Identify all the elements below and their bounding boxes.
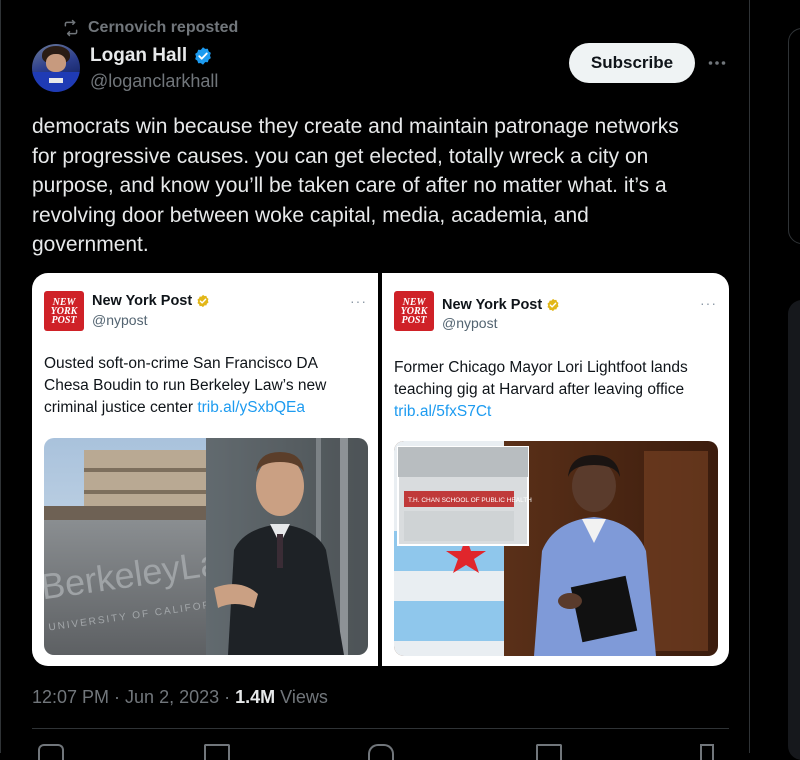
tweet-line: democrats win because they create and ma… (32, 115, 679, 138)
embedded-link[interactable]: trib.al/ySxbQEa (197, 399, 305, 416)
tweet-line: revolving door between woke capital, med… (32, 203, 589, 227)
sidebar-card (788, 28, 800, 244)
author-name-row[interactable]: Logan Hall (90, 45, 213, 67)
embedded-tweet-text: Former Chicago Mayor Lori Lightfoot land… (394, 359, 688, 420)
embedded-photo-boudin[interactable]: BerkeleyLaw UNIVERSITY OF CALIFOR (44, 438, 368, 655)
like-icon[interactable] (368, 744, 394, 760)
repost-icon (64, 19, 78, 37)
timeline-right-border (749, 0, 750, 753)
repost-context[interactable]: Cernovich reposted (62, 18, 238, 38)
sidebar-panel (788, 300, 800, 760)
embedded-photo-lightfoot[interactable]: T.H. CHAN SCHOOL OF PUBLIC HEALTH (394, 441, 718, 656)
tweet-time[interactable]: 12:07 PM (32, 687, 109, 707)
tweet-text: democrats win because they create and ma… (32, 112, 732, 260)
embedded-author-name: New York Post (442, 297, 560, 313)
view-count: 1.4M (235, 687, 276, 707)
embedded-more-icon: ··· (350, 293, 367, 309)
embedded-tweet-lightfoot[interactable]: NEW YORK POST New York Post @nypost ··· Fo… (382, 273, 729, 666)
berkeley-law-photo: BerkeleyLaw UNIVERSITY OF CALIFOR (44, 438, 368, 655)
tweet-line: for progressive causes. you can get elec… (32, 144, 649, 168)
tweet-date[interactable]: Jun 2, 2023 (125, 687, 219, 707)
nypost-logo: NEW YORK POST (394, 291, 434, 331)
avatar[interactable] (32, 44, 80, 92)
author-handle[interactable]: @loganclarkhall (90, 71, 218, 92)
lightfoot-photo: T.H. CHAN SCHOOL OF PUBLIC HEALTH (394, 441, 718, 656)
tweet-line: government. (32, 233, 149, 256)
embedded-more-icon: ··· (700, 295, 717, 311)
retweet-icon[interactable] (204, 744, 230, 760)
views-label: Views (275, 687, 328, 707)
tweet-media[interactable]: NEW YORK POST New York Post @nypost ··· Ou… (32, 273, 729, 666)
subscribe-button[interactable]: Subscribe (569, 43, 695, 83)
gold-verified-badge-icon (547, 298, 559, 312)
share-icon[interactable] (700, 744, 714, 760)
nypost-logo: NEW YORK POST (44, 291, 84, 331)
embedded-author-name: New York Post (92, 293, 210, 309)
gold-verified-badge-icon (197, 294, 209, 308)
embedded-author-handle: @nypost (92, 312, 148, 328)
harvard-sign-text: T.H. CHAN SCHOOL OF PUBLIC HEALTH (408, 497, 532, 504)
bookmark-icon[interactable] (536, 744, 562, 760)
embedded-tweet-boudin[interactable]: NEW YORK POST New York Post @nypost ··· Ou… (32, 273, 378, 666)
tweet-meta: 12:07 PM · Jun 2, 2023 · 1.4M Views (32, 687, 328, 707)
timeline-left-border (0, 0, 1, 753)
tweet-line: purpose, and know you’ll be taken care o… (32, 174, 667, 197)
more-options-icon[interactable] (706, 53, 728, 73)
verified-badge-icon[interactable] (193, 46, 213, 66)
embedded-author-handle: @nypost (442, 315, 498, 331)
meta-divider (32, 728, 729, 729)
repost-label: Cernovich reposted (88, 19, 239, 36)
reply-icon[interactable] (38, 744, 64, 760)
author-name[interactable]: Logan Hall (90, 45, 187, 67)
embedded-tweet-text: Ousted soft-on-crime San Francisco DA Ch… (44, 355, 327, 416)
embedded-link[interactable]: trib.al/5fxS7Ct (394, 403, 491, 420)
